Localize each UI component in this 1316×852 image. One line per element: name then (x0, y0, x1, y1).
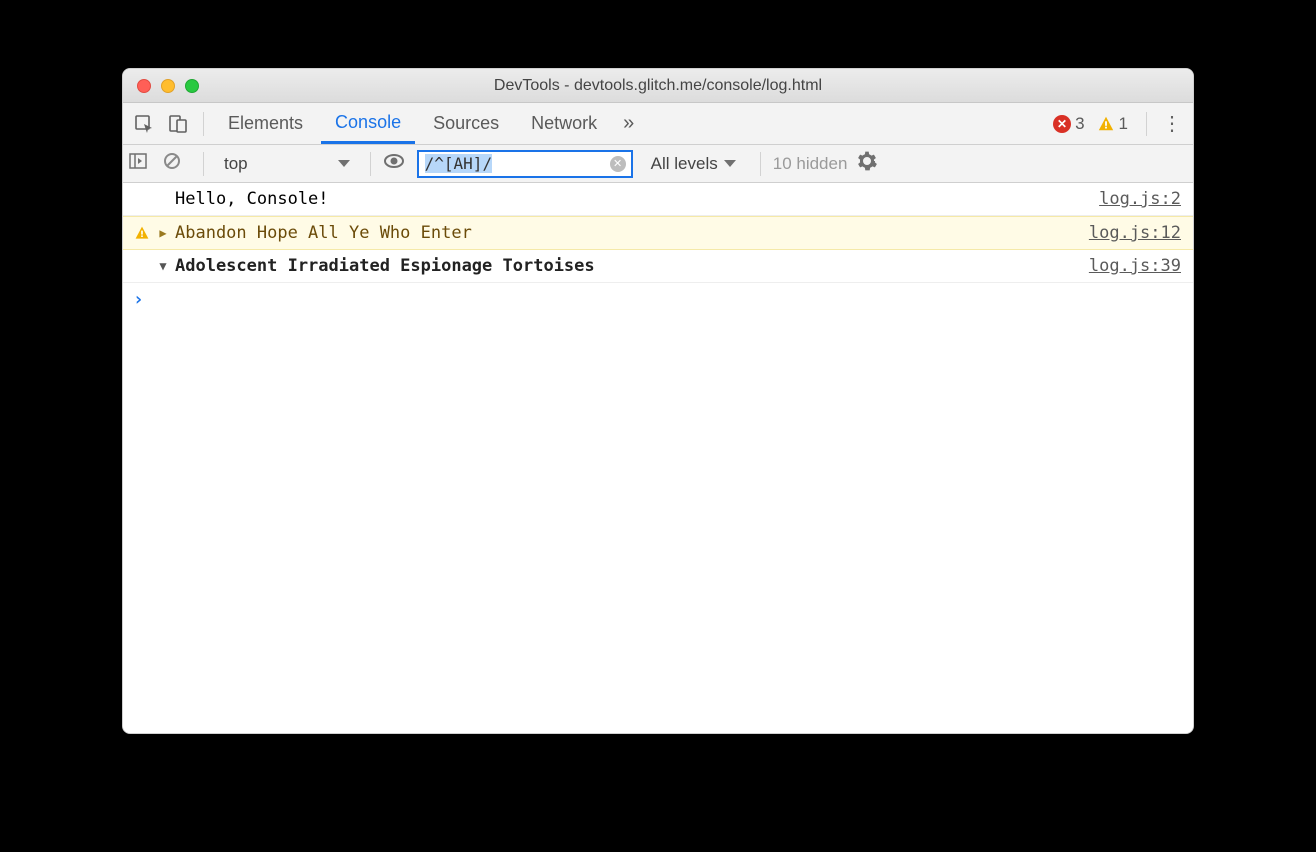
window-controls (137, 79, 199, 93)
divider (370, 152, 371, 176)
toggle-device-icon[interactable] (163, 109, 193, 139)
devtools-tabs: Elements Console Sources Network » ✕ 3 1… (123, 103, 1193, 145)
tab-sources[interactable]: Sources (419, 103, 513, 144)
console-messages: Hello, Console! log.js:2 ▶ Abandon Hope … (123, 183, 1193, 733)
context-value: top (224, 154, 248, 174)
chevron-down-icon (724, 160, 736, 167)
message-text: Hello, Console! (171, 189, 1099, 209)
devtools-window: DevTools - devtools.glitch.me/console/lo… (122, 68, 1194, 734)
minimize-window-button[interactable] (161, 79, 175, 93)
log-levels-selector[interactable]: All levels (651, 154, 736, 174)
window-title: DevTools - devtools.glitch.me/console/lo… (123, 77, 1193, 95)
divider (203, 112, 204, 136)
console-prompt[interactable]: › (123, 283, 1193, 316)
clear-console-icon[interactable] (163, 152, 191, 175)
error-count: 3 (1075, 114, 1084, 134)
chevron-down-icon (338, 160, 350, 167)
console-toolbar: top /^[AH]/ ✕ All levels 10 hidden (123, 145, 1193, 183)
message-text: Adolescent Irradiated Espionage Tortoise… (171, 256, 1089, 276)
message-source-link[interactable]: log.js:39 (1089, 256, 1181, 276)
divider (1146, 112, 1147, 136)
titlebar: DevTools - devtools.glitch.me/console/lo… (123, 69, 1193, 103)
context-selector[interactable]: top (216, 151, 358, 177)
console-settings-icon[interactable] (857, 151, 885, 176)
error-icon: ✕ (1053, 115, 1071, 133)
console-message-warning[interactable]: ▶ Abandon Hope All Ye Who Enter log.js:1… (123, 216, 1193, 250)
hidden-count[interactable]: 10 hidden (773, 154, 848, 174)
message-gutter (129, 225, 155, 241)
inspect-element-icon[interactable] (129, 109, 159, 139)
message-source-link[interactable]: log.js:12 (1089, 223, 1181, 243)
clear-filter-icon[interactable]: ✕ (610, 156, 626, 172)
warning-icon (134, 225, 150, 241)
more-menu-icon[interactable]: ⋮ (1157, 109, 1187, 139)
message-source-link[interactable]: log.js:2 (1099, 189, 1181, 209)
issue-counts[interactable]: ✕ 3 1 (1053, 114, 1132, 134)
divider (203, 152, 204, 176)
console-message[interactable]: Hello, Console! log.js:2 (123, 183, 1193, 216)
zoom-window-button[interactable] (185, 79, 199, 93)
warning-count: 1 (1119, 114, 1128, 134)
warning-icon (1097, 115, 1115, 133)
tabs-overflow-icon[interactable]: » (615, 103, 642, 144)
message-text: Abandon Hope All Ye Who Enter (171, 223, 1089, 243)
console-message-group[interactable]: ▼ Adolescent Irradiated Espionage Tortoi… (123, 250, 1193, 283)
disclosure-icon[interactable]: ▼ (155, 259, 171, 273)
levels-label: All levels (651, 154, 718, 174)
toggle-sidebar-icon[interactable] (129, 152, 157, 175)
close-window-button[interactable] (137, 79, 151, 93)
divider (760, 152, 761, 176)
tab-network[interactable]: Network (517, 103, 611, 144)
tab-elements[interactable]: Elements (214, 103, 317, 144)
disclosure-icon[interactable]: ▶ (155, 226, 171, 240)
tab-console[interactable]: Console (321, 103, 415, 144)
filter-input[interactable]: /^[AH]/ ✕ (417, 150, 633, 178)
live-expression-icon[interactable] (383, 150, 411, 177)
filter-value: /^[AH]/ (425, 154, 492, 173)
